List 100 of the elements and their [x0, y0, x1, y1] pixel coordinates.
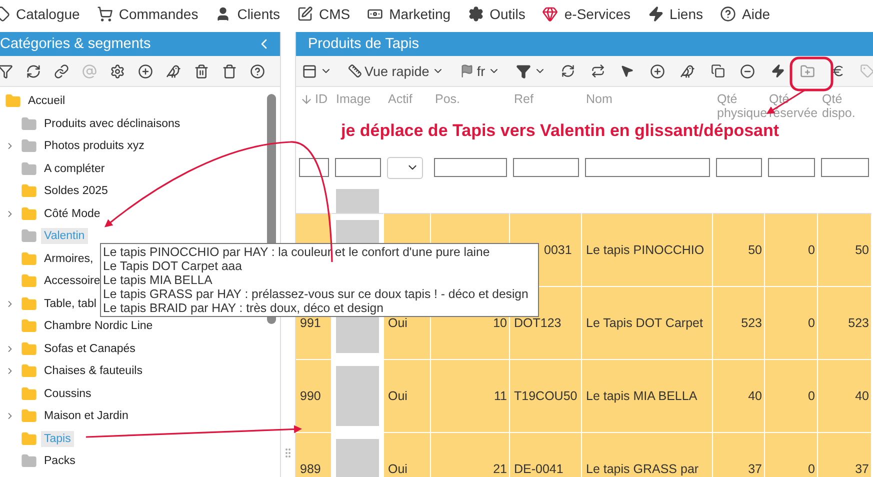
- menu-item[interactable]: Catalogue: [0, 6, 80, 22]
- filter-icon-glyph: [0, 64, 13, 78]
- filter-field[interactable]: [716, 158, 762, 177]
- help-icon-glyph: [250, 64, 265, 78]
- photo-placeholder: [336, 189, 379, 213]
- panel-title: Produits de Tapis: [308, 36, 419, 52]
- panel-title: Catégories & segments: [0, 36, 151, 52]
- menu-item[interactable]: Outils: [468, 6, 526, 22]
- filter-field[interactable]: [585, 158, 710, 177]
- photo-placeholder: [336, 366, 379, 426]
- refresh-icon: [561, 64, 576, 78]
- bolt-icon: [770, 64, 785, 78]
- tree-item[interactable]: Soldes 2025: [41, 183, 111, 200]
- tree-item[interactable]: Accueil: [25, 93, 68, 110]
- bolt-button[interactable]: [770, 64, 785, 78]
- menu-item[interactable]: Aide: [720, 6, 770, 22]
- refresh-icon-glyph: [26, 64, 41, 78]
- menu-item[interactable]: Commandes: [96, 6, 198, 22]
- cart-icon: [96, 6, 113, 22]
- table-cell: 0: [765, 287, 818, 360]
- table-cell: 40: [818, 360, 872, 433]
- tree-item[interactable]: Produits avec déclinaisons: [41, 116, 184, 132]
- tree-item[interactable]: Sofas et Canapés: [41, 340, 138, 357]
- tree-item[interactable]: Table, tabl: [41, 296, 100, 312]
- tree-item[interactable]: Côté Mode: [41, 206, 104, 222]
- filter-field[interactable]: [821, 158, 869, 177]
- columns-dropdown[interactable]: [302, 64, 332, 78]
- tree-item[interactable]: Accessoire: [41, 273, 104, 290]
- tree-item[interactable]: Packs: [41, 453, 78, 470]
- folder-plus-icon: [800, 64, 816, 78]
- settings-icon-glyph: [110, 64, 125, 78]
- filter-icon[interactable]: [0, 64, 13, 78]
- filter-field[interactable]: [335, 158, 381, 177]
- view-dropdown[interactable]: Vue rapide: [348, 64, 444, 78]
- user-icon: [215, 6, 232, 22]
- at-sign-icon-glyph: [82, 64, 97, 78]
- tooltip-line: Le tapis MIA BELLA: [103, 273, 214, 287]
- tag-icon: [860, 64, 873, 78]
- table-cell: 50: [818, 214, 872, 287]
- swap-button[interactable]: [590, 64, 605, 78]
- tree-item[interactable]: Chaises & fauteuils: [41, 363, 146, 380]
- highlight-ring: [790, 56, 834, 92]
- pointer-icon: [620, 64, 634, 78]
- trash-icon-glyph: [194, 64, 209, 78]
- tree-item[interactable]: Coussins: [41, 386, 94, 402]
- add-button[interactable]: [650, 64, 665, 78]
- menu-item[interactable]: e-Services: [542, 6, 631, 22]
- link-icon[interactable]: [54, 64, 69, 78]
- settings-icon[interactable]: [110, 64, 125, 78]
- menu-item[interactable]: CMS: [297, 6, 350, 22]
- euro-icon: [830, 64, 845, 78]
- table-cell: 40: [713, 360, 765, 433]
- bird-button[interactable]: [680, 64, 696, 78]
- help-icon: [720, 6, 736, 22]
- tree-item[interactable]: Maison et Jardin: [41, 408, 132, 424]
- bird-icon-glyph: [166, 64, 181, 78]
- table-cell: 11: [431, 360, 510, 433]
- table-cell: 37: [713, 433, 765, 477]
- trash-icon[interactable]: [194, 64, 209, 78]
- filter-field[interactable]: [513, 158, 579, 177]
- swap-icon: [590, 64, 605, 78]
- table-cell: Le tapis PINOCCHIO: [582, 214, 713, 287]
- tree-item[interactable]: A compléter: [41, 160, 108, 177]
- tree-item[interactable]: Chambre Nordic Line: [41, 318, 156, 334]
- trash-icon[interactable]: [222, 64, 237, 78]
- bird-icon[interactable]: [166, 64, 181, 78]
- add-icon[interactable]: [138, 64, 153, 78]
- tooltip-line: Le Tapis DOT Carpet aaa: [103, 259, 243, 273]
- panel-icon: [302, 64, 317, 78]
- add-folder-button[interactable]: [800, 64, 816, 78]
- filter-field[interactable]: [434, 158, 507, 177]
- table-cell: Oui: [384, 433, 431, 477]
- filter-field[interactable]: [299, 158, 329, 177]
- tree-item[interactable]: Photos produits xyz: [41, 138, 148, 154]
- table-cell: Oui: [384, 360, 431, 433]
- ruler-icon: [348, 64, 362, 78]
- trash-icon-glyph: [222, 64, 237, 78]
- help-icon[interactable]: [250, 64, 265, 78]
- menu-item[interactable]: Clients: [215, 6, 280, 22]
- tree-item[interactable]: Armoires,: [41, 250, 96, 267]
- copy-icon: [710, 64, 725, 78]
- copy-button[interactable]: [710, 64, 725, 78]
- add-icon-glyph: [138, 64, 153, 78]
- table-cell: Le tapis GRASS par: [582, 433, 713, 477]
- refresh-icon[interactable]: [26, 64, 41, 78]
- table-cell: Le Tapis DOT Carpet: [582, 287, 713, 360]
- pointer-button[interactable]: [620, 64, 634, 78]
- table-cell: 50: [713, 214, 765, 287]
- euro-button[interactable]: [830, 64, 845, 78]
- table-cell: Le tapis MIA BELLA: [582, 360, 713, 433]
- filter-field[interactable]: [768, 158, 815, 177]
- menu-item[interactable]: Marketing: [367, 6, 451, 22]
- language-dropdown[interactable]: fr: [460, 64, 500, 78]
- menu-item[interactable]: Liens: [648, 6, 703, 22]
- bird-icon: [680, 64, 696, 78]
- minus-icon: [740, 64, 756, 78]
- remove-button[interactable]: [740, 64, 756, 78]
- filter-dropdown[interactable]: [516, 64, 546, 78]
- refresh-button[interactable]: [561, 64, 576, 78]
- tooltip-line: Le tapis PINOCCHIO par HAY : la couleur et le confort d'une pure laine: [103, 245, 491, 259]
